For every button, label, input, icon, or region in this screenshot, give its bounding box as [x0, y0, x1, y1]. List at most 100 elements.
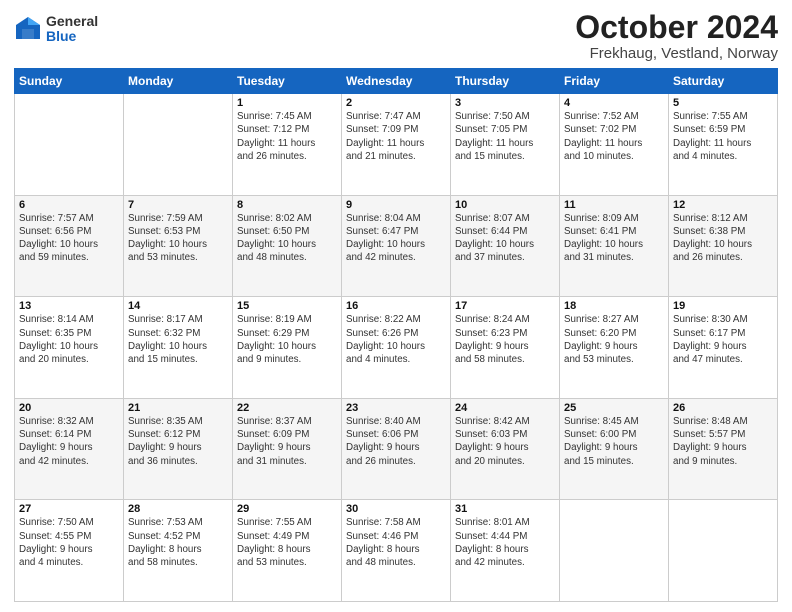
- day-info: Sunrise: 7:47 AM Sunset: 7:09 PM Dayligh…: [346, 110, 446, 163]
- calendar-cell: 23Sunrise: 8:40 AM Sunset: 6:06 PM Dayli…: [342, 398, 451, 500]
- day-number: 13: [19, 300, 119, 312]
- day-info: Sunrise: 7:50 AM Sunset: 7:05 PM Dayligh…: [455, 110, 555, 163]
- day-info: Sunrise: 8:04 AM Sunset: 6:47 PM Dayligh…: [346, 212, 446, 265]
- day-number: 10: [455, 199, 555, 211]
- logo-general: General: [46, 14, 98, 29]
- day-info: Sunrise: 8:19 AM Sunset: 6:29 PM Dayligh…: [237, 313, 337, 366]
- header: General Blue October 2024 Frekhaug, Vest…: [14, 10, 778, 62]
- day-info: Sunrise: 8:42 AM Sunset: 6:03 PM Dayligh…: [455, 415, 555, 468]
- day-info: Sunrise: 8:22 AM Sunset: 6:26 PM Dayligh…: [346, 313, 446, 366]
- calendar-cell: 25Sunrise: 8:45 AM Sunset: 6:00 PM Dayli…: [560, 398, 669, 500]
- page-subtitle: Frekhaug, Vestland, Norway: [575, 45, 778, 62]
- day-info: Sunrise: 7:55 AM Sunset: 4:49 PM Dayligh…: [237, 516, 337, 569]
- day-number: 7: [128, 199, 228, 211]
- calendar-cell: [560, 500, 669, 602]
- day-info: Sunrise: 7:53 AM Sunset: 4:52 PM Dayligh…: [128, 516, 228, 569]
- week-row-5: 27Sunrise: 7:50 AM Sunset: 4:55 PM Dayli…: [15, 500, 778, 602]
- day-info: Sunrise: 8:40 AM Sunset: 6:06 PM Dayligh…: [346, 415, 446, 468]
- day-number: 5: [673, 97, 773, 109]
- calendar-cell: 16Sunrise: 8:22 AM Sunset: 6:26 PM Dayli…: [342, 297, 451, 399]
- day-info: Sunrise: 8:35 AM Sunset: 6:12 PM Dayligh…: [128, 415, 228, 468]
- calendar-cell: 29Sunrise: 7:55 AM Sunset: 4:49 PM Dayli…: [233, 500, 342, 602]
- day-info: Sunrise: 8:32 AM Sunset: 6:14 PM Dayligh…: [19, 415, 119, 468]
- week-row-2: 6Sunrise: 7:57 AM Sunset: 6:56 PM Daylig…: [15, 195, 778, 297]
- day-info: Sunrise: 8:02 AM Sunset: 6:50 PM Dayligh…: [237, 212, 337, 265]
- logo-text: General Blue: [46, 14, 98, 45]
- calendar-cell: 8Sunrise: 8:02 AM Sunset: 6:50 PM Daylig…: [233, 195, 342, 297]
- calendar-cell: 21Sunrise: 8:35 AM Sunset: 6:12 PM Dayli…: [124, 398, 233, 500]
- calendar-cell: 4Sunrise: 7:52 AM Sunset: 7:02 PM Daylig…: [560, 94, 669, 196]
- calendar-cell: 14Sunrise: 8:17 AM Sunset: 6:32 PM Dayli…: [124, 297, 233, 399]
- day-info: Sunrise: 8:45 AM Sunset: 6:00 PM Dayligh…: [564, 415, 664, 468]
- weekday-header-thursday: Thursday: [451, 69, 560, 94]
- calendar-cell: [669, 500, 778, 602]
- day-number: 18: [564, 300, 664, 312]
- week-row-1: 1Sunrise: 7:45 AM Sunset: 7:12 PM Daylig…: [15, 94, 778, 196]
- calendar-cell: 5Sunrise: 7:55 AM Sunset: 6:59 PM Daylig…: [669, 94, 778, 196]
- calendar-cell: 13Sunrise: 8:14 AM Sunset: 6:35 PM Dayli…: [15, 297, 124, 399]
- calendar-cell: 1Sunrise: 7:45 AM Sunset: 7:12 PM Daylig…: [233, 94, 342, 196]
- day-number: 12: [673, 199, 773, 211]
- week-row-3: 13Sunrise: 8:14 AM Sunset: 6:35 PM Dayli…: [15, 297, 778, 399]
- calendar-cell: 24Sunrise: 8:42 AM Sunset: 6:03 PM Dayli…: [451, 398, 560, 500]
- calendar-cell: 7Sunrise: 7:59 AM Sunset: 6:53 PM Daylig…: [124, 195, 233, 297]
- day-number: 20: [19, 402, 119, 414]
- day-number: 9: [346, 199, 446, 211]
- day-number: 6: [19, 199, 119, 211]
- weekday-row: SundayMondayTuesdayWednesdayThursdayFrid…: [15, 69, 778, 94]
- day-info: Sunrise: 7:57 AM Sunset: 6:56 PM Dayligh…: [19, 212, 119, 265]
- calendar-cell: [124, 94, 233, 196]
- calendar-cell: 3Sunrise: 7:50 AM Sunset: 7:05 PM Daylig…: [451, 94, 560, 196]
- page-title: October 2024: [575, 10, 778, 45]
- weekday-header-saturday: Saturday: [669, 69, 778, 94]
- calendar-cell: 2Sunrise: 7:47 AM Sunset: 7:09 PM Daylig…: [342, 94, 451, 196]
- calendar-cell: 6Sunrise: 7:57 AM Sunset: 6:56 PM Daylig…: [15, 195, 124, 297]
- logo: General Blue: [14, 14, 98, 45]
- day-number: 21: [128, 402, 228, 414]
- day-number: 29: [237, 503, 337, 515]
- day-number: 3: [455, 97, 555, 109]
- day-number: 19: [673, 300, 773, 312]
- day-number: 2: [346, 97, 446, 109]
- day-info: Sunrise: 8:01 AM Sunset: 4:44 PM Dayligh…: [455, 516, 555, 569]
- weekday-header-friday: Friday: [560, 69, 669, 94]
- day-info: Sunrise: 8:17 AM Sunset: 6:32 PM Dayligh…: [128, 313, 228, 366]
- day-number: 1: [237, 97, 337, 109]
- page: General Blue October 2024 Frekhaug, Vest…: [0, 0, 792, 612]
- logo-blue: Blue: [46, 29, 98, 44]
- day-info: Sunrise: 7:45 AM Sunset: 7:12 PM Dayligh…: [237, 110, 337, 163]
- day-info: Sunrise: 8:37 AM Sunset: 6:09 PM Dayligh…: [237, 415, 337, 468]
- calendar-cell: 27Sunrise: 7:50 AM Sunset: 4:55 PM Dayli…: [15, 500, 124, 602]
- day-number: 4: [564, 97, 664, 109]
- day-info: Sunrise: 8:24 AM Sunset: 6:23 PM Dayligh…: [455, 313, 555, 366]
- day-number: 8: [237, 199, 337, 211]
- day-number: 22: [237, 402, 337, 414]
- calendar-cell: 28Sunrise: 7:53 AM Sunset: 4:52 PM Dayli…: [124, 500, 233, 602]
- calendar-cell: 18Sunrise: 8:27 AM Sunset: 6:20 PM Dayli…: [560, 297, 669, 399]
- calendar-cell: 9Sunrise: 8:04 AM Sunset: 6:47 PM Daylig…: [342, 195, 451, 297]
- day-info: Sunrise: 7:55 AM Sunset: 6:59 PM Dayligh…: [673, 110, 773, 163]
- day-number: 27: [19, 503, 119, 515]
- title-block: October 2024 Frekhaug, Vestland, Norway: [575, 10, 778, 62]
- week-row-4: 20Sunrise: 8:32 AM Sunset: 6:14 PM Dayli…: [15, 398, 778, 500]
- day-number: 17: [455, 300, 555, 312]
- calendar-cell: 19Sunrise: 8:30 AM Sunset: 6:17 PM Dayli…: [669, 297, 778, 399]
- day-number: 24: [455, 402, 555, 414]
- day-info: Sunrise: 8:07 AM Sunset: 6:44 PM Dayligh…: [455, 212, 555, 265]
- day-info: Sunrise: 8:14 AM Sunset: 6:35 PM Dayligh…: [19, 313, 119, 366]
- day-info: Sunrise: 8:27 AM Sunset: 6:20 PM Dayligh…: [564, 313, 664, 366]
- calendar-table: SundayMondayTuesdayWednesdayThursdayFrid…: [14, 68, 778, 602]
- day-info: Sunrise: 7:52 AM Sunset: 7:02 PM Dayligh…: [564, 110, 664, 163]
- day-number: 14: [128, 300, 228, 312]
- calendar-cell: 15Sunrise: 8:19 AM Sunset: 6:29 PM Dayli…: [233, 297, 342, 399]
- weekday-header-monday: Monday: [124, 69, 233, 94]
- calendar-cell: 20Sunrise: 8:32 AM Sunset: 6:14 PM Dayli…: [15, 398, 124, 500]
- calendar-cell: [15, 94, 124, 196]
- day-number: 16: [346, 300, 446, 312]
- day-number: 31: [455, 503, 555, 515]
- day-info: Sunrise: 8:09 AM Sunset: 6:41 PM Dayligh…: [564, 212, 664, 265]
- day-info: Sunrise: 7:50 AM Sunset: 4:55 PM Dayligh…: [19, 516, 119, 569]
- day-number: 26: [673, 402, 773, 414]
- calendar-cell: 22Sunrise: 8:37 AM Sunset: 6:09 PM Dayli…: [233, 398, 342, 500]
- day-info: Sunrise: 7:59 AM Sunset: 6:53 PM Dayligh…: [128, 212, 228, 265]
